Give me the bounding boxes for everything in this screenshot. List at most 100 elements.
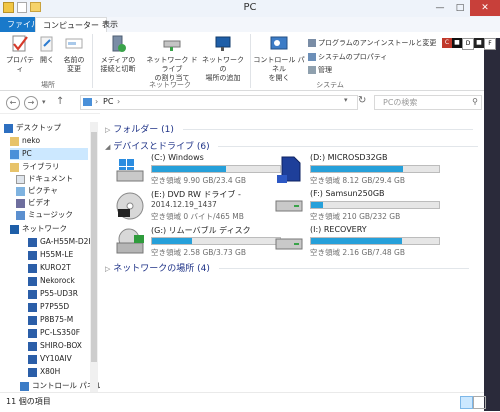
control-panel-button[interactable]: コントロール パネル を開く <box>252 34 306 83</box>
rename-icon <box>65 38 83 49</box>
drive-usage-bar <box>310 237 440 245</box>
windows-drive-icon <box>116 159 144 182</box>
refresh-icon[interactable]: ↻ <box>358 95 366 106</box>
swatch-dark: ■ <box>474 38 484 48</box>
close-button[interactable]: ✕ <box>470 0 500 16</box>
nav-item-libraries[interactable]: ライブラリ <box>10 161 60 173</box>
address-dropdown-icon[interactable]: ▾ <box>344 96 348 104</box>
nav-item-network-host[interactable]: GA-H55M-D2H <box>28 236 94 248</box>
nav-item-network[interactable]: ネットワーク <box>10 223 67 235</box>
expand-chevron-icon: ▷ <box>105 265 111 273</box>
content-pane: ▷ フォルダー (1) ◢ デバイスとドライブ (6) (C:) Windows… <box>100 113 484 392</box>
address-bar[interactable]: PC › › <box>80 95 358 110</box>
scrollbar-thumb[interactable] <box>91 132 97 362</box>
properties-button[interactable]: プロパティ <box>4 34 36 74</box>
computer-icon <box>28 289 37 299</box>
computer-icon <box>28 250 37 260</box>
ribbon-separator <box>92 34 93 88</box>
nav-item-videos[interactable]: ビデオ <box>16 197 51 209</box>
expand-chevron-icon: ▷ <box>105 126 111 134</box>
nav-item-network-host[interactable]: H55M-LE <box>28 249 73 261</box>
section-divider <box>218 146 479 147</box>
swatch-white: D <box>462 38 474 50</box>
uninstall-icon <box>308 39 316 47</box>
swatch-black: ■ <box>452 38 462 48</box>
nav-item-network-host[interactable]: P55-UD3R <box>28 288 78 300</box>
control-panel-icon <box>270 36 288 50</box>
drive-c[interactable]: (C:) Windows 空き領域 9.90 GB/23.4 GB <box>115 153 285 191</box>
user-folder-icon <box>10 136 19 146</box>
drive-f[interactable]: (F:) Samsun250GB 空き領域 210 GB/232 GB <box>274 189 444 227</box>
network-drive-icon <box>163 40 181 51</box>
hard-drive-icon <box>275 200 303 212</box>
search-input[interactable]: PCの検索 ⚲ <box>374 95 482 110</box>
open-button[interactable]: 開く <box>36 34 58 65</box>
section-folders[interactable]: ▷ フォルダー (1) <box>105 122 473 135</box>
group-network-label: ネットワーク <box>149 81 191 89</box>
computer-icon <box>28 276 37 286</box>
ribbon-tabs: ファイル コンピューター 表示 <box>0 17 500 33</box>
address-chevron-icon: › <box>95 97 99 106</box>
nav-item-network-host[interactable]: Nekorock <box>28 275 75 287</box>
nav-item-network-host[interactable]: PC-LS350F <box>28 327 80 339</box>
documents-icon <box>16 174 25 184</box>
computer-icon <box>28 367 37 377</box>
uninstall-program-button[interactable]: プログラムのアンインストールと変更 <box>308 38 436 48</box>
drive-usage-bar <box>310 165 440 173</box>
nav-item-user[interactable]: neko <box>10 135 40 147</box>
computer-icon <box>28 237 37 247</box>
computer-icon <box>28 341 37 351</box>
pictures-icon <box>16 186 25 196</box>
nav-item-network-host[interactable]: KURO2T <box>28 262 71 274</box>
desktop-icon <box>4 123 13 133</box>
nav-item-network-host[interactable]: P7P55D <box>28 301 69 313</box>
computer-icon <box>28 302 37 312</box>
nav-item-documents[interactable]: ドキュメント <box>16 173 73 185</box>
color-swatches: C ■ D ■ F <box>442 38 496 50</box>
pc-icon <box>83 98 92 106</box>
up-arrow-icon[interactable]: ↑ <box>56 96 64 107</box>
ribbon-separator <box>250 34 251 88</box>
nav-item-pictures[interactable]: ピクチャ <box>16 185 58 197</box>
section-network-locations[interactable]: ▷ ネットワークの場所 (4) <box>105 261 469 274</box>
drive-usage-bar <box>151 165 281 173</box>
drive-i[interactable]: (I:) RECOVERY 空き領域 2.16 GB/7.48 GB <box>274 225 444 263</box>
map-network-drive-button[interactable]: ネットワーク ドライブ の割り当て <box>146 34 198 83</box>
title-bar: PC — □ ✕ <box>0 0 500 18</box>
computer-icon <box>28 328 37 338</box>
nav-item-desktop[interactable]: デスクトップ <box>4 122 61 134</box>
breadcrumb-chevron-icon: › <box>117 97 121 106</box>
computer-icon <box>28 263 37 273</box>
nav-item-network-host[interactable]: P8B75-M <box>28 314 73 326</box>
nav-item-music[interactable]: ミュージック <box>16 209 73 221</box>
tab-view[interactable]: 表示 <box>95 17 125 32</box>
section-devices[interactable]: ◢ デバイスとドライブ (6) <box>105 139 479 152</box>
nav-item-network-host[interactable]: X80H <box>28 366 60 378</box>
details-view-button[interactable] <box>460 396 473 409</box>
nav-item-network-host[interactable]: SHIRO-BOX <box>28 340 82 352</box>
drive-g[interactable]: (G:) リムーバブル ディスク 空き領域 2.58 GB/3.73 GB <box>115 225 285 263</box>
swatch-light: F <box>484 38 496 50</box>
background-window-strip <box>484 38 500 411</box>
removable-disk-icon <box>116 228 144 254</box>
network-icon <box>10 224 19 234</box>
back-button[interactable]: ← <box>6 96 20 110</box>
nav-item-network-host[interactable]: VY10AIV <box>28 353 72 365</box>
add-network-location-button[interactable]: ネットワークの 場所の追加 <box>200 34 246 83</box>
media-connect-button[interactable]: メディアの 接続と切断 <box>96 34 140 74</box>
network-location-icon <box>215 36 231 51</box>
nav-item-pc[interactable]: PC <box>10 148 88 160</box>
nav-pane-scrollbar[interactable] <box>90 122 98 392</box>
recent-locations-chevron-icon[interactable]: ▾ <box>42 98 46 106</box>
rename-button[interactable]: 名前の 変更 <box>60 34 88 74</box>
large-icons-view-button[interactable] <box>473 396 486 409</box>
maximize-button[interactable]: □ <box>450 0 470 16</box>
manage-button[interactable]: 管理 <box>308 65 332 75</box>
forward-button[interactable]: → <box>24 96 38 110</box>
system-properties-button[interactable]: システムのプロパティ <box>308 52 387 62</box>
swatch-red: C <box>442 38 452 48</box>
group-system-label: システム <box>316 81 344 89</box>
minimize-button[interactable]: — <box>430 0 450 16</box>
drive-d[interactable]: (D:) MICROSD32GB 空き領域 8.12 GB/29.4 GB <box>274 153 444 191</box>
sd-card-icon <box>277 156 301 183</box>
